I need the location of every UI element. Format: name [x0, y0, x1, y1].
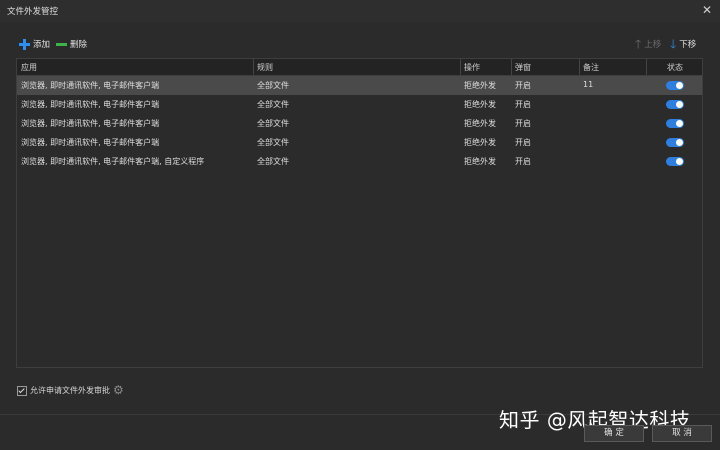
- status-toggle[interactable]: [666, 138, 684, 147]
- arrow-down-icon: 🡓: [670, 37, 677, 51]
- allow-approval-checkbox[interactable]: [17, 385, 27, 396]
- gear-icon[interactable]: ⚙: [113, 383, 124, 397]
- toggle-knob: [676, 158, 683, 165]
- table-row[interactable]: 浏览器, 即时通讯软件, 电子邮件客户端 全部文件 拒绝外发 开启: [17, 95, 702, 114]
- status-toggle[interactable]: [666, 157, 684, 166]
- status-toggle[interactable]: [666, 81, 684, 90]
- cell-action: 拒绝外发: [464, 119, 496, 128]
- cancel-button[interactable]: 取 消: [652, 425, 712, 442]
- toggle-knob: [676, 139, 683, 146]
- cell-app: 浏览器, 即时通讯软件, 电子邮件客户端, 自定义程序: [21, 157, 205, 166]
- title-bar: 文件外发管控 ✕: [0, 0, 720, 22]
- add-label: 添加: [33, 40, 51, 50]
- toggle-knob: [676, 120, 683, 127]
- add-button[interactable]: 添加: [19, 38, 50, 50]
- header-note[interactable]: 备注: [583, 62, 599, 73]
- status-toggle[interactable]: [666, 100, 684, 109]
- table-header: 应用 规则 操作 弹窗 备注 状态: [17, 59, 702, 76]
- toggle-knob: [676, 101, 683, 108]
- cell-action: 拒绝外发: [464, 157, 496, 166]
- minus-icon: [56, 42, 67, 46]
- cell-rule: 全部文件: [257, 119, 289, 128]
- table-row[interactable]: 浏览器, 即时通讯软件, 电子邮件客户端 全部文件 拒绝外发 开启: [17, 133, 702, 152]
- delete-button[interactable]: 删除: [56, 38, 87, 50]
- move-up-label: 上移: [644, 40, 662, 50]
- close-icon[interactable]: ✕: [702, 3, 712, 17]
- cell-app: 浏览器, 即时通讯软件, 电子邮件客户端: [21, 138, 160, 147]
- cell-action: 拒绝外发: [464, 138, 496, 147]
- column-divider[interactable]: [460, 59, 461, 75]
- header-rule[interactable]: 规则: [257, 62, 273, 73]
- column-divider[interactable]: [511, 59, 512, 75]
- cell-rule: 全部文件: [257, 138, 289, 147]
- cell-rule: 全部文件: [257, 157, 289, 166]
- table-row[interactable]: 浏览器, 即时通讯软件, 电子邮件客户端 全部文件 拒绝外发 开启 11: [17, 76, 702, 95]
- cell-note: 11: [583, 80, 594, 89]
- cell-action: 拒绝外发: [464, 81, 496, 90]
- table-row[interactable]: 浏览器, 即时通讯软件, 电子邮件客户端 全部文件 拒绝外发 开启: [17, 114, 702, 133]
- status-toggle[interactable]: [666, 119, 684, 128]
- header-status[interactable]: 状态: [667, 62, 683, 73]
- table-row[interactable]: 浏览器, 即时通讯软件, 电子邮件客户端, 自定义程序 全部文件 拒绝外发 开启: [17, 152, 702, 171]
- column-divider[interactable]: [253, 59, 254, 75]
- plus-icon: [19, 38, 30, 50]
- cell-app: 浏览器, 即时通讯软件, 电子邮件客户端: [21, 119, 160, 128]
- move-up-button[interactable]: 🡑 上移: [635, 38, 661, 50]
- header-popup[interactable]: 弹窗: [515, 62, 531, 73]
- window-title: 文件外发管控: [7, 7, 59, 17]
- cell-popup: 开启: [515, 81, 531, 90]
- cell-rule: 全部文件: [257, 81, 289, 90]
- toggle-knob: [676, 82, 683, 89]
- column-divider[interactable]: [579, 59, 580, 75]
- cell-app: 浏览器, 即时通讯软件, 电子邮件客户端: [21, 81, 160, 90]
- delete-label: 删除: [70, 40, 88, 50]
- ok-button[interactable]: 确 定: [584, 425, 644, 442]
- header-action[interactable]: 操作: [464, 62, 480, 73]
- cell-popup: 开启: [515, 100, 531, 109]
- cell-app: 浏览器, 即时通讯软件, 电子邮件客户端: [21, 100, 160, 109]
- allow-approval-option[interactable]: 允许申请文件外发审批: [17, 385, 110, 396]
- move-down-button[interactable]: 🡓 下移: [670, 38, 696, 50]
- cell-action: 拒绝外发: [464, 100, 496, 109]
- move-down-label: 下移: [679, 40, 697, 50]
- header-app[interactable]: 应用: [21, 62, 37, 73]
- cell-rule: 全部文件: [257, 100, 289, 109]
- rules-table: 应用 规则 操作 弹窗 备注 状态 浏览器, 即时通讯软件, 电子邮件客户端 全…: [16, 58, 703, 368]
- cell-popup: 开启: [515, 138, 531, 147]
- allow-approval-label: 允许申请文件外发审批: [30, 386, 110, 395]
- cell-popup: 开启: [515, 119, 531, 128]
- column-divider[interactable]: [646, 59, 647, 75]
- cell-popup: 开启: [515, 157, 531, 166]
- arrow-up-icon: 🡑: [635, 37, 642, 51]
